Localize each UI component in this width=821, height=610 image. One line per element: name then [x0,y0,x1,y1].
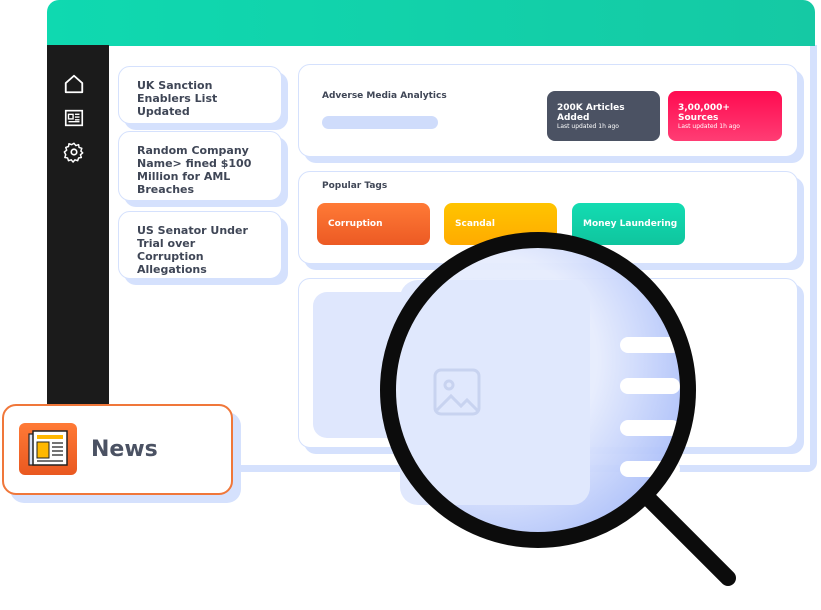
news-label: News [91,437,158,462]
newspaper-icon [19,423,77,475]
magnifier-icon [380,232,736,586]
news-badge[interactable]: News [2,404,233,495]
